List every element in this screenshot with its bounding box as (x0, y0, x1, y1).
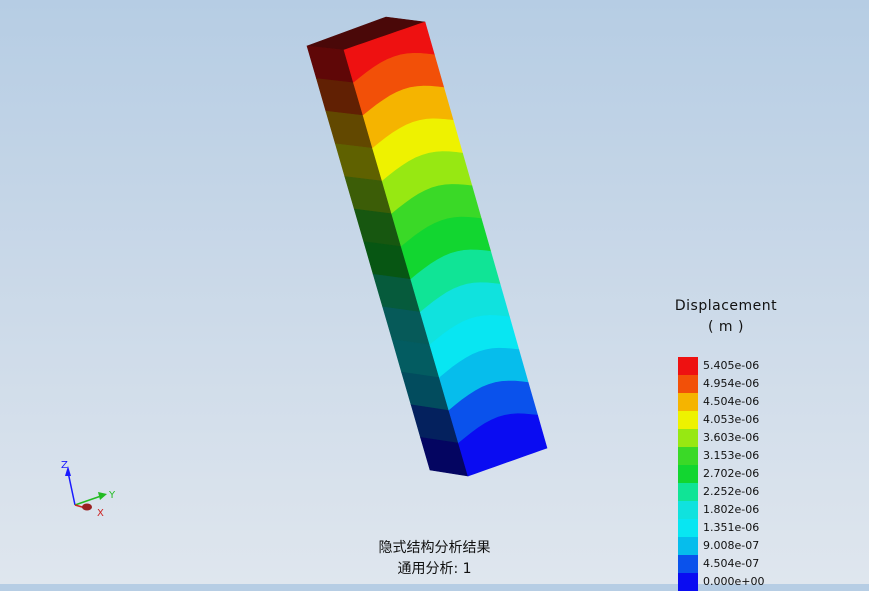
analysis-step-label: 通用分析: 1 (397, 561, 472, 577)
legend-swatch (678, 375, 698, 393)
x-axis-label: X (97, 508, 104, 519)
legend-swatch (678, 393, 698, 411)
legend-swatch (678, 357, 698, 375)
legend-value: 5.405e-06 (703, 359, 760, 372)
z-axis-line (67, 471, 76, 506)
legend-value: 3.603e-06 (703, 431, 760, 444)
legend-swatch (678, 429, 698, 447)
legend-value: 2.252e-06 (703, 485, 760, 498)
legend-value: 1.802e-06 (703, 503, 760, 516)
legend-swatch (678, 501, 698, 519)
legend-title: Displacement (674, 298, 778, 314)
legend-swatch (678, 447, 698, 465)
legend-swatch (678, 465, 698, 483)
legend-swatch (678, 519, 698, 537)
legend-value: 1.351e-06 (703, 521, 760, 534)
legend-value: 2.702e-06 (703, 467, 760, 480)
legend-swatch (678, 483, 698, 501)
z-axis-label: Z (61, 460, 68, 471)
result-title: 隐式结构分析结果 (378, 540, 491, 556)
legend-swatch (678, 411, 698, 429)
legend-value: 3.153e-06 (703, 449, 760, 462)
legend-value: 4.053e-06 (703, 413, 760, 426)
x-axis-arrow (82, 503, 92, 511)
axis-triad-icon: Z Y X (61, 460, 116, 519)
legend-value: 4.504e-06 (703, 395, 760, 408)
y-axis-arrow (98, 492, 107, 500)
legend-value: 4.954e-06 (703, 377, 760, 390)
y-axis-label: Y (108, 490, 116, 501)
legend-unit: ( m ) (708, 319, 744, 335)
